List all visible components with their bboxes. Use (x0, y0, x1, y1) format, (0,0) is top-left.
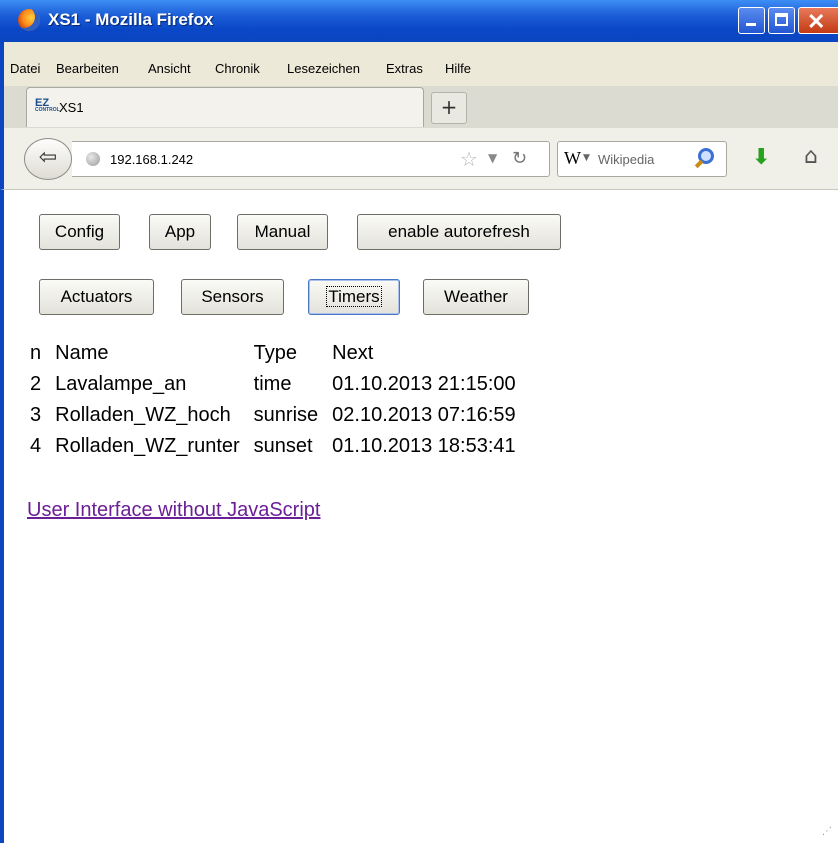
timers-button[interactable]: Timers (308, 279, 400, 315)
new-tab-button[interactable]: + (431, 92, 467, 124)
back-arrow-icon: ⇦ (38, 145, 58, 170)
menu-bar: Datei Bearbeiten Ansicht Chronik Lesezei… (0, 42, 838, 86)
tab-xs1[interactable]: EZ CONTROL XS1 (26, 87, 424, 127)
firefox-logo-icon (18, 9, 40, 31)
maximize-icon (775, 13, 788, 26)
column-header-next: Next (332, 342, 374, 364)
column-header-type: Type (253, 342, 298, 364)
minimize-button[interactable] (738, 7, 765, 34)
timer-index: 4 (30, 435, 42, 457)
resize-grip-icon[interactable]: ⋰ (822, 826, 832, 837)
search-bar[interactable]: W ▼ Wikipedia (557, 141, 727, 177)
home-icon[interactable]: ⌂ (804, 144, 818, 169)
window-titlebar[interactable]: XS1 - Mozilla Firefox ✕ (0, 0, 838, 43)
menu-lesezeichen[interactable]: Lesezeichen (287, 61, 360, 76)
menu-ansicht[interactable]: Ansicht (148, 61, 191, 76)
minimize-icon (746, 23, 756, 26)
address-bar[interactable]: 192.168.1.242 ☆ ▼ ↻ (72, 141, 550, 177)
config-label: Config (54, 222, 105, 241)
timer-next: 01.10.2013 18:53:41 (332, 435, 516, 457)
menu-datei[interactable]: Datei (10, 61, 40, 76)
tab-label: XS1 (59, 100, 84, 115)
config-button[interactable]: Config (39, 214, 120, 250)
table-row: 4 Rolladen_WZ_runter sunset 01.10.2013 1… (30, 431, 530, 462)
bookmark-star-icon[interactable]: ☆ (460, 147, 478, 171)
app-label: App (164, 222, 196, 241)
ez-control-favicon-icon: EZ CONTROL (35, 98, 60, 114)
column-header-name: Name (55, 342, 109, 364)
engine-dropdown-icon[interactable]: ▼ (583, 153, 590, 163)
weather-button[interactable]: Weather (423, 279, 529, 315)
maximize-button[interactable] (768, 7, 795, 34)
table-row: 2 Lavalampe_an time 01.10.2013 21:15:00 (30, 369, 530, 400)
column-header-n: n (30, 342, 42, 364)
close-button[interactable]: ✕ (798, 7, 838, 34)
timer-type: sunset (253, 435, 313, 457)
reload-icon[interactable]: ↻ (512, 148, 527, 169)
window-title: XS1 - Mozilla Firefox (48, 10, 214, 29)
timer-name: Rolladen_WZ_hoch (55, 404, 231, 426)
timers-label: Timers (326, 286, 382, 307)
menu-hilfe[interactable]: Hilfe (445, 61, 471, 76)
plus-icon: + (440, 95, 458, 119)
menu-extras[interactable]: Extras (386, 61, 423, 76)
weather-label: Weather (444, 287, 508, 306)
url-text: 192.168.1.242 (110, 152, 194, 167)
timer-type: time (253, 373, 292, 395)
menu-bearbeiten[interactable]: Bearbeiten (56, 61, 119, 76)
timer-name: Rolladen_WZ_runter (55, 435, 240, 457)
timer-index: 3 (30, 404, 42, 426)
timer-index: 2 (30, 373, 42, 395)
app-button[interactable]: App (149, 214, 211, 250)
table-row: 3 Rolladen_WZ_hoch sunrise 02.10.2013 07… (30, 400, 530, 431)
tab-strip: EZ CONTROL XS1 + (0, 86, 838, 128)
menu-chronik[interactable]: Chronik (215, 61, 260, 76)
actuators-label: Actuators (60, 287, 133, 306)
search-placeholder: Wikipedia (598, 152, 655, 167)
timer-name: Lavalampe_an (55, 373, 187, 395)
timer-type: sunrise (253, 404, 319, 426)
download-icon[interactable]: ⬇ (752, 145, 770, 170)
enable-autorefresh-button[interactable]: enable autorefresh (357, 214, 561, 250)
site-identity-icon[interactable] (86, 152, 100, 166)
back-button[interactable]: ⇦ (24, 138, 72, 180)
navigation-bar: ⇦ 192.168.1.242 ☆ ▼ ↻ W ▼ Wikipedia ⬇ ⌂ (0, 128, 838, 190)
sensors-button[interactable]: Sensors (181, 279, 284, 315)
actuators-button[interactable]: Actuators (39, 279, 154, 315)
timer-next: 01.10.2013 21:15:00 (332, 373, 516, 395)
sensors-label: Sensors (201, 287, 264, 306)
autorefresh-label: enable autorefresh (388, 222, 530, 241)
close-icon: ✕ (807, 9, 826, 34)
search-icon-handle (694, 159, 704, 169)
history-dropdown-icon[interactable]: ▼ (488, 151, 497, 165)
manual-button[interactable]: Manual (237, 214, 328, 250)
favicon-subtext: CONTROL (35, 107, 60, 113)
timer-next: 02.10.2013 07:16:59 (332, 404, 516, 426)
wikipedia-engine-icon[interactable]: W (564, 148, 581, 169)
timers-table: n Name Type Next 2 Lavalampe_an time 01.… (30, 338, 530, 462)
table-header-row: n Name Type Next (30, 338, 530, 369)
manual-label: Manual (254, 222, 311, 241)
no-javascript-ui-link[interactable]: User Interface without JavaScript (27, 499, 320, 522)
